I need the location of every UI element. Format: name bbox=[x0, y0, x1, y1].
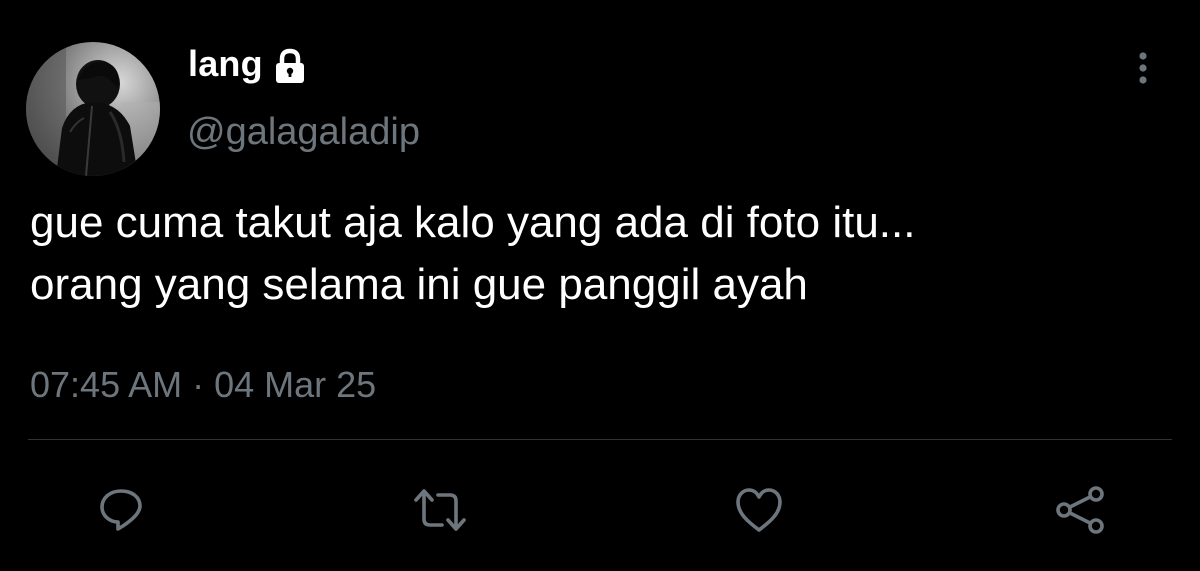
like-button[interactable] bbox=[729, 480, 789, 540]
author-handle[interactable]: @galagaladip bbox=[187, 108, 420, 156]
tweet-text-line: gue cuma takut aja kalo yang ada di foto… bbox=[30, 198, 916, 247]
heart-icon bbox=[736, 488, 782, 532]
tweet-time[interactable]: 07:45 AM bbox=[30, 364, 182, 405]
author-display-name[interactable]: lang bbox=[188, 40, 263, 88]
lock-icon bbox=[273, 48, 307, 84]
retweet-icon bbox=[414, 489, 466, 531]
reply-button[interactable] bbox=[91, 480, 151, 540]
tweet-date[interactable]: 04 Mar 25 bbox=[214, 364, 376, 405]
author-name-row[interactable]: lang bbox=[188, 40, 307, 88]
divider bbox=[28, 439, 1172, 440]
more-vertical-icon bbox=[1139, 52, 1147, 84]
avatar-photo bbox=[26, 42, 160, 176]
share-button[interactable] bbox=[1050, 480, 1110, 540]
more-options-button[interactable] bbox=[1120, 42, 1166, 94]
timestamp-separator: · bbox=[182, 364, 215, 405]
reply-icon bbox=[100, 489, 142, 531]
avatar[interactable] bbox=[26, 42, 160, 176]
tweet-timestamp[interactable]: 07:45 AM · 04 Mar 25 bbox=[30, 360, 376, 410]
retweet-button[interactable] bbox=[410, 480, 470, 540]
share-icon bbox=[1056, 486, 1104, 534]
tweet-text: gue cuma takut aja kalo yang ada di foto… bbox=[30, 192, 1190, 316]
tweet-text-line: orang yang selama ini gue panggil ayah bbox=[30, 260, 808, 309]
